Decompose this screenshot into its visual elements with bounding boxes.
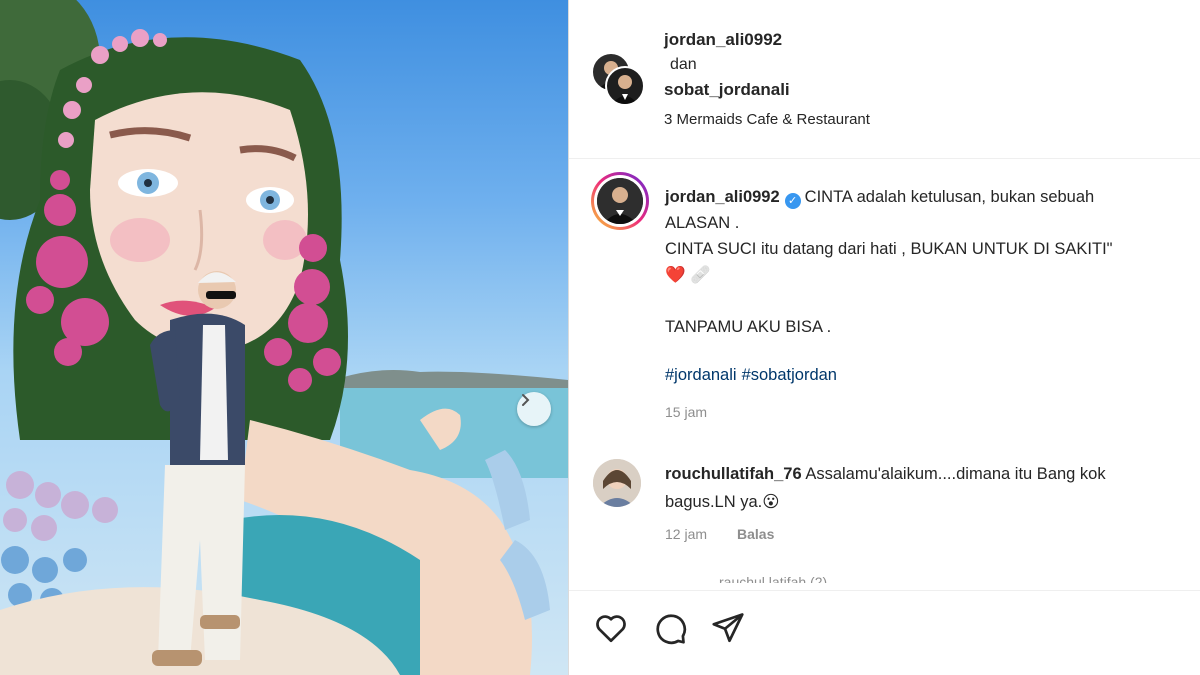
commenter-username[interactable]: rouchullatifah_76 xyxy=(665,465,802,483)
verified-badge-icon: ✓ xyxy=(784,193,801,209)
commenter-avatar[interactable] xyxy=(593,459,641,507)
caption-timestamp[interactable]: 15 jam xyxy=(665,404,707,420)
author-username[interactable]: jordan_ali0992 xyxy=(664,30,782,50)
like-button[interactable] xyxy=(593,610,629,646)
caption-line-3: CINTA SUCI itu datang dari hati , BUKAN … xyxy=(665,240,1113,258)
post-caption: jordan_ali0992 ✓ CINTA adalah ketulusan, b… xyxy=(665,184,1200,340)
caption-emojis: ❤️ 🩹 xyxy=(665,266,711,284)
caption-line-2: ALASAN . xyxy=(665,214,740,232)
actions-divider xyxy=(569,590,1200,591)
comment-text-2: bagus.LN ya.😮 xyxy=(665,493,780,511)
hashtag-link[interactable]: #sobatjordan xyxy=(742,366,837,384)
reply-button[interactable]: Balas xyxy=(737,526,774,542)
comment-icon xyxy=(656,614,687,645)
caption-line-5: TANPAMU AKU BISA . xyxy=(665,318,832,336)
location-link[interactable]: 3 Mermaids Cafe & Restaurant xyxy=(664,111,870,128)
carousel-next-button[interactable] xyxy=(517,392,551,426)
comment-timestamp[interactable]: 12 jam xyxy=(665,526,707,542)
next-comment-cutoff: rauchul.latifah (2) xyxy=(719,574,828,583)
chevron-right-icon xyxy=(522,394,530,406)
heart-icon xyxy=(596,615,626,643)
share-button[interactable] xyxy=(710,610,746,646)
coauthor-username[interactable]: sobat_jordanali xyxy=(664,80,790,100)
caption-username[interactable]: jordan_ali0992 xyxy=(665,188,780,206)
coauthor-avatar[interactable] xyxy=(605,66,645,106)
caption-line-1: CINTA adalah ketulusan, bukan sebuah xyxy=(804,188,1095,206)
post-details-panel: jordan_ali0992 dan sobat_jordanali 3 Mer… xyxy=(569,0,1200,675)
collab-avatars[interactable] xyxy=(591,48,647,106)
post-header: jordan_ali0992 dan sobat_jordanali 3 Mer… xyxy=(569,0,1200,159)
hashtag-link[interactable]: #jordanali xyxy=(665,366,737,384)
mermaid-statue-photo xyxy=(0,0,568,675)
caption-author-avatar[interactable] xyxy=(591,172,649,230)
comment-button[interactable] xyxy=(652,610,688,646)
collab-connector: dan xyxy=(670,56,697,73)
post-photo[interactable] xyxy=(0,0,568,675)
share-icon xyxy=(712,613,744,643)
comment-text-1: Assalamu'alaikum....dimana itu Bang kok xyxy=(805,465,1106,483)
comment: rouchullatifah_76 Assalamu'alaikum....di… xyxy=(665,460,1200,516)
hashtag-list: #jordanali #sobatjordan xyxy=(665,366,842,385)
